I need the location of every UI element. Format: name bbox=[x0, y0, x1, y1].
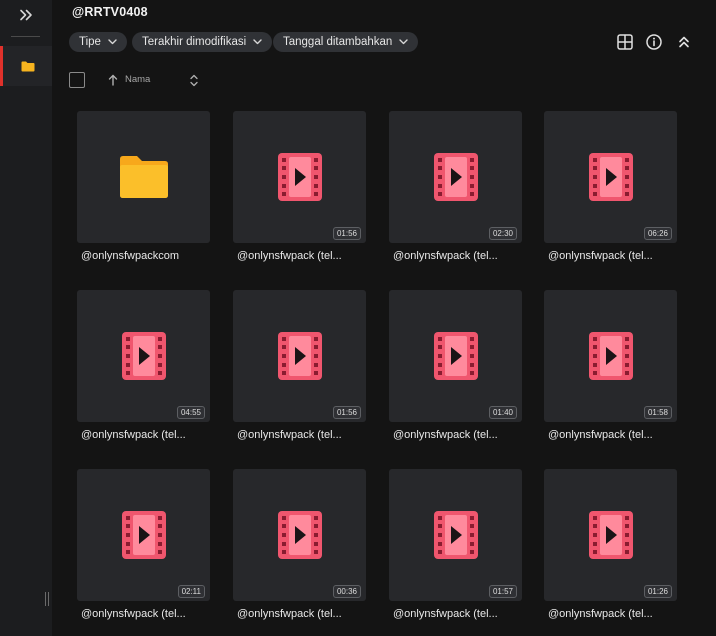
sidebar-item-folder[interactable] bbox=[0, 46, 52, 86]
film-play-icon bbox=[277, 332, 322, 380]
item-name: @onlynsfwpack (tel... bbox=[548, 429, 653, 441]
item-thumbnail: 04:55 bbox=[77, 290, 210, 422]
page-title: @RRTV0408 bbox=[72, 5, 148, 19]
sidebar-expand-button[interactable] bbox=[14, 4, 38, 26]
item-name: @onlynsfwpack (tel... bbox=[237, 250, 342, 262]
chevron-down-icon bbox=[253, 39, 262, 45]
item-name: @onlynsfwpack (tel... bbox=[548, 250, 653, 262]
info-button[interactable] bbox=[644, 32, 664, 52]
item-name: @onlynsfwpack (tel... bbox=[393, 608, 498, 620]
grid-item-video[interactable]: 00:36 @onlynsfwpack (tel... bbox=[233, 469, 366, 636]
item-name: @onlynsfwpack (tel... bbox=[81, 608, 186, 620]
item-thumbnail: 02:11 bbox=[77, 469, 210, 601]
grid-item-video[interactable]: 01:56 @onlynsfwpack (tel... bbox=[233, 290, 366, 460]
item-thumbnail: 01:56 bbox=[233, 290, 366, 422]
video-duration-badge: 01:56 bbox=[332, 227, 361, 240]
film-play-icon bbox=[433, 153, 478, 201]
collapse-button[interactable] bbox=[674, 32, 694, 52]
grid-item-video[interactable]: 01:26 @onlynsfwpack (tel... bbox=[544, 469, 677, 636]
film-play-icon bbox=[588, 511, 633, 559]
filter-label: Terakhir dimodifikasi bbox=[142, 36, 247, 48]
item-name: @onlynsfwpack (tel... bbox=[548, 608, 653, 620]
main-content: @RRTV0408 Tipe Terakhir dimodifikasi Tan… bbox=[52, 0, 716, 636]
grid-item-video[interactable]: 06:26 @onlynsfwpack (tel... bbox=[544, 111, 677, 281]
item-thumbnail: 01:58 bbox=[544, 290, 677, 422]
filter-modified-dropdown[interactable]: Terakhir dimodifikasi bbox=[132, 32, 273, 52]
film-play-icon bbox=[588, 332, 633, 380]
folder-icon bbox=[21, 61, 34, 71]
video-duration-badge: 01:26 bbox=[643, 585, 672, 598]
item-name: @onlynsfwpack (tel... bbox=[393, 429, 498, 441]
film-play-icon bbox=[277, 153, 322, 201]
filter-label: Tipe bbox=[79, 36, 101, 48]
item-thumbnail: 00:36 bbox=[233, 469, 366, 601]
item-thumbnail: 01:56 bbox=[233, 111, 366, 243]
chevron-down-icon bbox=[399, 39, 409, 45]
grid-item-video[interactable]: 04:55 @onlynsfwpack (tel... bbox=[77, 290, 210, 460]
video-duration-badge: 02:30 bbox=[488, 227, 517, 240]
grid-item-video[interactable]: 02:11 @onlynsfwpack (tel... bbox=[77, 469, 210, 636]
double-chevron-up-icon bbox=[679, 36, 689, 48]
chevron-up-down-icon bbox=[190, 74, 198, 86]
item-name: @onlynsfwpack (tel... bbox=[393, 250, 498, 262]
sort-options-button[interactable] bbox=[188, 72, 200, 88]
film-play-icon bbox=[121, 332, 166, 380]
sort-direction-button[interactable] bbox=[107, 73, 119, 87]
film-play-icon bbox=[433, 511, 478, 559]
item-name: @onlynsfwpackcom bbox=[81, 250, 179, 262]
item-thumbnail: 01:40 bbox=[389, 290, 522, 422]
video-duration-badge: 06:26 bbox=[643, 227, 672, 240]
grid-view-button[interactable] bbox=[615, 32, 635, 52]
filter-type-dropdown[interactable]: Tipe bbox=[69, 32, 127, 52]
double-chevron-right-icon bbox=[20, 9, 32, 21]
sidebar-resize-handle[interactable] bbox=[45, 592, 51, 606]
arrow-up-icon bbox=[108, 74, 118, 86]
grid-item-video[interactable]: 01:40 @onlynsfwpack (tel... bbox=[389, 290, 522, 460]
item-name: @onlynsfwpack (tel... bbox=[237, 429, 342, 441]
film-play-icon bbox=[277, 511, 322, 559]
chevron-down-icon bbox=[108, 39, 117, 45]
film-play-icon bbox=[121, 511, 166, 559]
item-name: @onlynsfwpack (tel... bbox=[81, 429, 186, 441]
film-play-icon bbox=[588, 153, 633, 201]
item-thumbnail bbox=[77, 111, 210, 243]
sidebar-divider bbox=[11, 36, 40, 37]
grid-item-video[interactable]: 01:57 @onlynsfwpack (tel... bbox=[389, 469, 522, 636]
filter-added-dropdown[interactable]: Tanggal ditambahkan bbox=[273, 32, 419, 52]
filter-label: Tanggal ditambahkan bbox=[283, 36, 393, 48]
grid-item-folder[interactable]: @onlynsfwpackcom bbox=[77, 111, 210, 281]
video-duration-badge: 01:56 bbox=[332, 406, 361, 419]
film-play-icon bbox=[433, 332, 478, 380]
sidebar bbox=[0, 0, 52, 636]
video-duration-badge: 01:40 bbox=[488, 406, 517, 419]
video-duration-badge: 01:57 bbox=[488, 585, 517, 598]
video-duration-badge: 04:55 bbox=[176, 406, 205, 419]
item-thumbnail: 01:57 bbox=[389, 469, 522, 601]
item-thumbnail: 06:26 bbox=[544, 111, 677, 243]
sort-column-label[interactable]: Nama bbox=[125, 74, 150, 85]
video-duration-badge: 00:36 bbox=[332, 585, 361, 598]
grid-icon bbox=[617, 34, 633, 50]
video-duration-badge: 02:11 bbox=[177, 585, 205, 598]
grid-item-video[interactable]: 02:30 @onlynsfwpack (tel... bbox=[389, 111, 522, 281]
grid-item-video[interactable]: 01:56 @onlynsfwpack (tel... bbox=[233, 111, 366, 281]
info-icon bbox=[646, 34, 662, 50]
item-name: @onlynsfwpack (tel... bbox=[237, 608, 342, 620]
select-all-checkbox[interactable] bbox=[69, 72, 85, 88]
item-thumbnail: 01:26 bbox=[544, 469, 677, 601]
grid-item-video[interactable]: 01:58 @onlynsfwpack (tel... bbox=[544, 290, 677, 460]
video-duration-badge: 01:58 bbox=[643, 406, 672, 419]
item-thumbnail: 02:30 bbox=[389, 111, 522, 243]
folder-icon bbox=[119, 156, 168, 198]
